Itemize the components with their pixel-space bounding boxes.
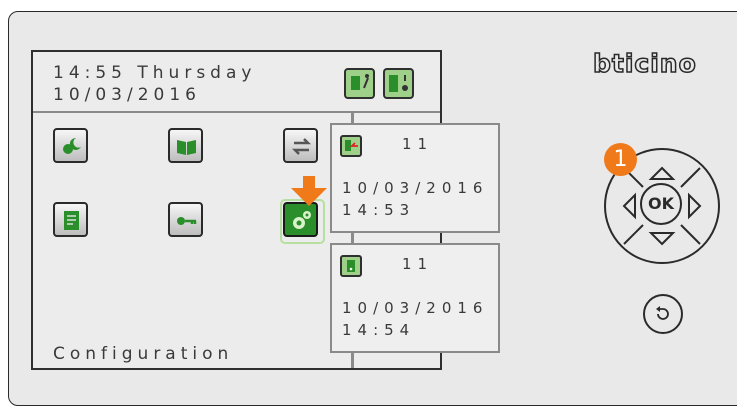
call-time: 14:54 — [342, 321, 416, 339]
call-date: 10/03/2016 — [342, 179, 489, 197]
date-time: 14:55 Thursday 10/03/2016 — [53, 62, 256, 106]
call-date: 10/03/2016 — [342, 299, 489, 317]
up-arrow-icon — [648, 166, 676, 180]
door-station-icon — [383, 68, 414, 99]
call-datetime: 10/03/2016 14:54 — [342, 297, 488, 341]
divider-horizontal — [33, 111, 440, 113]
call-number: 11 — [402, 135, 434, 153]
ok-button[interactable]: OK — [640, 183, 682, 225]
gear-settings-icon[interactable] — [280, 199, 325, 244]
brand-logo: bticino — [592, 48, 697, 79]
call-datetime: 10/03/2016 14:53 — [342, 177, 488, 221]
right-arrow-icon — [688, 192, 702, 220]
back-icon — [656, 306, 669, 320]
intercom-call-icon — [344, 68, 375, 99]
call-log-card-2[interactable]: 11 10/03/2016 14:54 — [330, 243, 500, 353]
call-number: 11 — [402, 255, 434, 273]
date: 10/03/2016 — [53, 85, 201, 105]
document-icon[interactable] — [53, 202, 88, 237]
left-arrow-icon — [622, 192, 636, 220]
transfer-arrows-icon[interactable] — [283, 128, 318, 163]
call-log-card-1[interactable]: 11 10/03/2016 14:53 — [330, 123, 500, 233]
missed-call-icon — [340, 135, 362, 157]
open-book-icon[interactable] — [168, 128, 203, 163]
selection-arrow-icon — [291, 176, 327, 206]
back-button[interactable] — [643, 294, 683, 334]
door-call-icon — [340, 255, 362, 277]
time-day: 14:55 Thursday — [53, 63, 257, 83]
down-arrow-icon — [648, 232, 676, 246]
step-badge: 1 — [604, 143, 637, 176]
weather-scenario-icon[interactable] — [53, 128, 88, 163]
screen-caption: Configuration — [53, 344, 234, 364]
key-icon[interactable] — [168, 202, 203, 237]
call-time: 14:53 — [342, 201, 416, 219]
